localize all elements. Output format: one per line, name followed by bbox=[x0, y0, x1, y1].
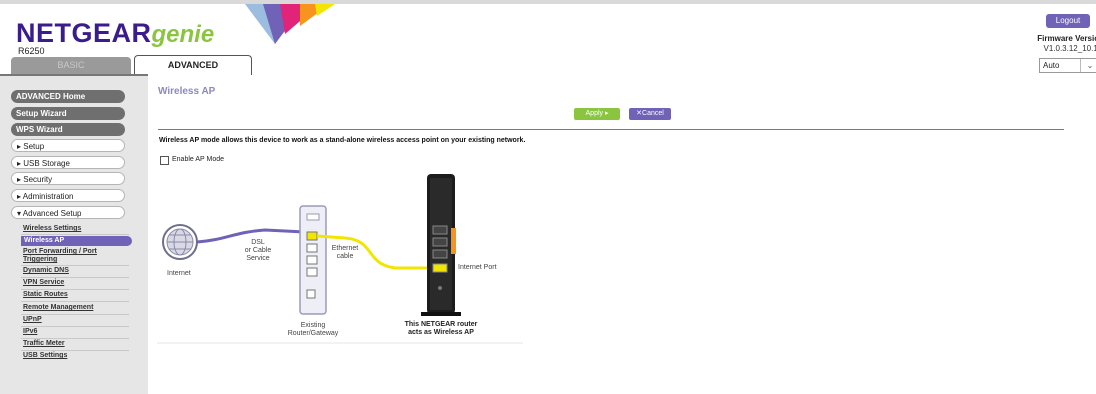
diagram-label-existing-2: Router/Gateway bbox=[275, 330, 351, 338]
diagram-label-dsl-2: or Cable bbox=[238, 247, 278, 255]
subnav-remote-management[interactable]: Remote Management bbox=[23, 304, 93, 311]
subnav-port-forwarding[interactable]: Port Forwarding / Port bbox=[23, 248, 97, 255]
diagram-label-existing-1: Existing bbox=[285, 322, 341, 330]
nav-administration[interactable]: ▸ Administration bbox=[11, 189, 125, 202]
diagram-label-dsl-1: DSL bbox=[243, 239, 273, 247]
subnav-divider bbox=[21, 326, 129, 327]
logo-brand: NETGEAR bbox=[16, 18, 152, 48]
nav-advanced-setup[interactable]: ▾ Advanced Setup bbox=[11, 206, 125, 219]
enable-ap-mode-checkbox[interactable] bbox=[160, 156, 169, 165]
netgear-genie-logo: NETGEARgenie bbox=[16, 18, 214, 48]
cancel-button[interactable]: ✕Cancel bbox=[629, 108, 671, 120]
page-description: Wireless AP mode allows this device to w… bbox=[159, 137, 525, 144]
diagram-label-netgear-1: This NETGEAR router bbox=[391, 321, 491, 329]
tab-basic[interactable]: BASIC bbox=[11, 57, 131, 74]
model-name: R6250 bbox=[18, 46, 45, 56]
nav-usb-storage[interactable]: ▸ USB Storage bbox=[11, 156, 125, 169]
subnav-vpn-service[interactable]: VPN Service bbox=[23, 279, 64, 286]
language-select-value: Auto bbox=[1040, 61, 1059, 70]
subnav-divider bbox=[21, 301, 129, 302]
subnav-divider bbox=[21, 314, 129, 315]
subnav-traffic-meter[interactable]: Traffic Meter bbox=[23, 340, 65, 347]
diagram-label-netgear-2: acts as Wireless AP bbox=[391, 329, 491, 337]
nav-security[interactable]: ▸ Security bbox=[11, 172, 125, 185]
firmware-version-label: Firmware Version bbox=[1037, 34, 1096, 43]
diagram-label-internet: Internet bbox=[167, 270, 191, 278]
subnav-ipv6[interactable]: IPv6 bbox=[23, 328, 37, 335]
globe-icon bbox=[163, 225, 197, 259]
subnav-divider bbox=[21, 265, 129, 266]
header-divider bbox=[158, 129, 1064, 130]
sidebar: ADVANCED Home Setup Wizard WPS Wizard ▸ … bbox=[0, 74, 148, 394]
wireless-ap-diagram: Internet DSL or Cable Service Ethernet c… bbox=[155, 168, 525, 346]
language-select[interactable]: Auto ⌄ bbox=[1039, 58, 1096, 73]
existing-router-device bbox=[300, 206, 326, 314]
tab-advanced[interactable]: ADVANCED bbox=[134, 55, 252, 75]
logout-button[interactable]: Logout bbox=[1046, 14, 1090, 28]
diagram-label-dsl-3: Service bbox=[238, 255, 278, 263]
subnav-divider bbox=[21, 338, 129, 339]
subnav-wireless-settings[interactable]: Wireless Settings bbox=[23, 225, 81, 232]
top-border bbox=[0, 0, 1096, 4]
subnav-divider bbox=[21, 350, 129, 351]
diagram-label-ethernet-2: cable bbox=[325, 253, 365, 261]
subnav-divider bbox=[21, 289, 129, 290]
brand-triangles-graphic bbox=[245, 4, 355, 46]
subnav-usb-settings[interactable]: USB Settings bbox=[23, 352, 67, 359]
apply-button[interactable]: Apply ▸ bbox=[574, 108, 620, 120]
subnav-wireless-ap[interactable]: Wireless AP bbox=[21, 236, 132, 246]
netgear-router-device bbox=[421, 174, 461, 316]
subnav-dynamic-dns[interactable]: Dynamic DNS bbox=[23, 267, 69, 274]
logo-product: genie bbox=[152, 21, 215, 48]
nav-wps-wizard[interactable]: WPS Wizard bbox=[11, 123, 125, 136]
chevron-down-icon: ⌄ bbox=[1080, 59, 1096, 72]
subnav-divider bbox=[21, 234, 129, 235]
nav-setup[interactable]: ▸ Setup bbox=[11, 139, 125, 152]
subnav-divider bbox=[21, 277, 129, 278]
diagram-label-ethernet-1: Ethernet bbox=[325, 245, 365, 253]
page-title: Wireless AP bbox=[158, 86, 215, 97]
firmware-version-value: V1.0.3.12_10.1. bbox=[1044, 44, 1096, 53]
subnav-upnp[interactable]: UPnP bbox=[23, 316, 42, 323]
diagram-label-internet-port: Internet Port bbox=[458, 264, 497, 272]
subnav-static-routes[interactable]: Static Routes bbox=[23, 291, 68, 298]
nav-advanced-home[interactable]: ADVANCED Home bbox=[11, 90, 125, 103]
subnav-port-triggering[interactable]: Triggering bbox=[23, 256, 57, 263]
nav-setup-wizard[interactable]: Setup Wizard bbox=[11, 107, 125, 120]
enable-ap-mode-label: Enable AP Mode bbox=[172, 156, 224, 163]
